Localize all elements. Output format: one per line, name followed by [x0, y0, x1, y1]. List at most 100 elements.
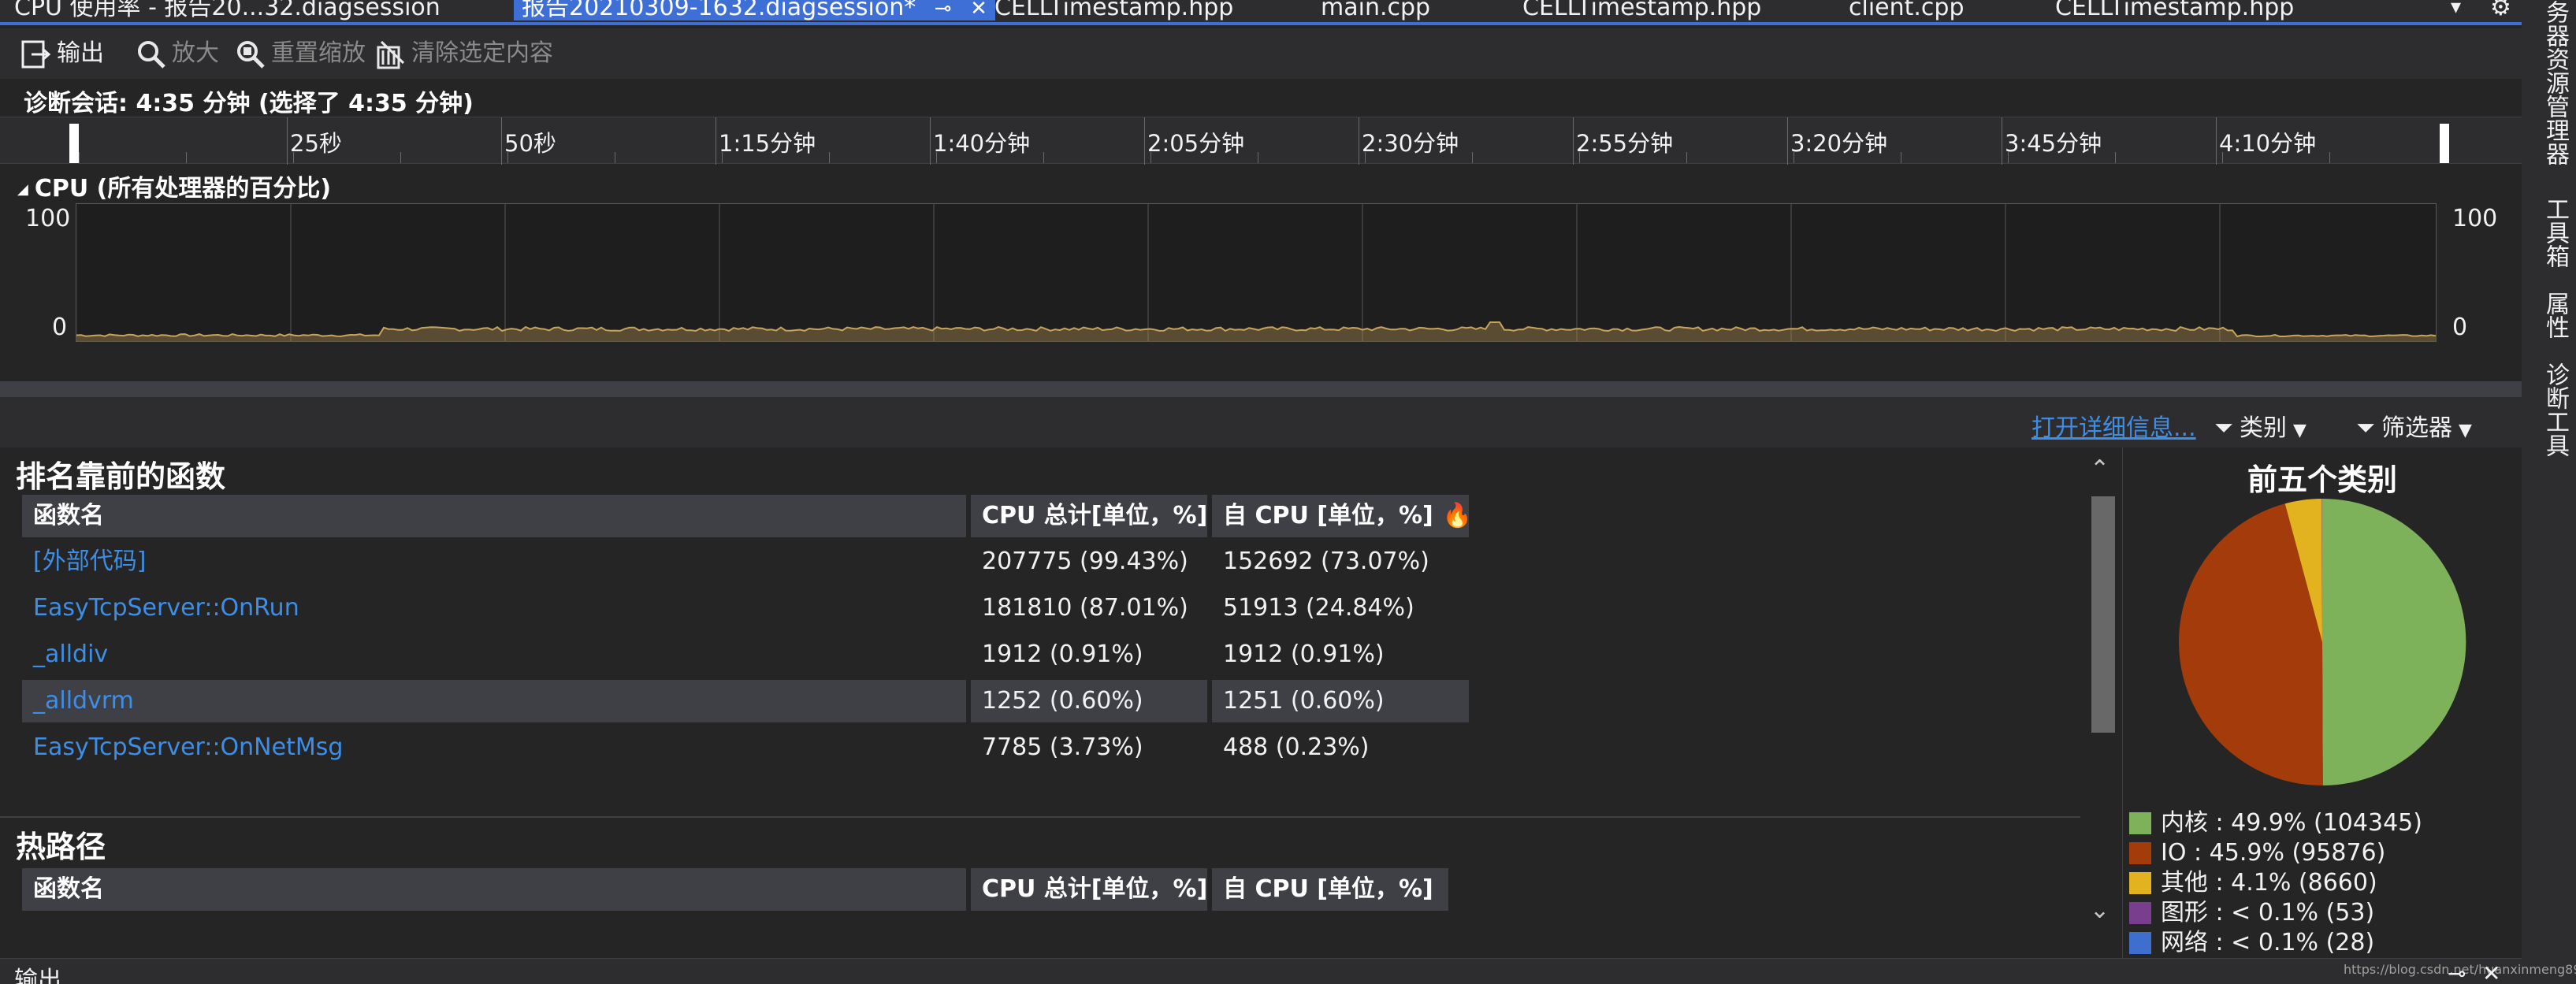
y-axis-max-left: 100 — [25, 205, 71, 232]
cpu-usage-graph[interactable] — [76, 203, 2437, 342]
cpu-graph-title-text: CPU (所有处理器的百分比) — [34, 175, 332, 202]
function-name-link[interactable]: _alldvrm — [22, 680, 966, 722]
scroll-thumb[interactable] — [2091, 496, 2115, 733]
side-tab-toolbox[interactable]: 工具箱 — [2528, 197, 2572, 268]
clear-selection-label: 清除选定内容 — [411, 39, 553, 67]
session-duration: 诊断会话: 4:35 分钟 (选择了 4:35 分钟) — [24, 90, 474, 117]
functions-pane: 排名靠前的函数 函数名 CPU 总计[单位，%] 自 CPU [单位，%] 🔥 [… — [0, 447, 2123, 958]
document-tab-strip: CPU 使用率 - 报告20...32.diagsession 报告202103… — [0, 0, 2522, 25]
legend-label: 网络 : < 0.1% (28) — [2161, 929, 2375, 956]
cpu-graph-title[interactable]: ◢ CPU (所有处理器的百分比) — [17, 169, 331, 203]
filter-label: 筛选器 — [2381, 414, 2452, 442]
function-name-link[interactable]: _alldiv — [22, 633, 966, 676]
tab-label: main.cpp — [1321, 0, 1431, 21]
column-cpu-total[interactable]: CPU 总计[单位，%] — [971, 868, 1207, 911]
output-window-title[interactable]: 输出 — [14, 960, 61, 984]
ruler-tick — [501, 117, 502, 165]
zoom-in-button[interactable]: 放大 — [136, 38, 219, 69]
legend-swatch — [2129, 842, 2151, 864]
pin-icon[interactable]: ⊸ — [935, 0, 952, 21]
tab-celltimestamp-hpp-3[interactable]: CELLTimestamp.hpp — [2055, 0, 2294, 20]
scroll-down-icon[interactable]: ⌄ — [2090, 897, 2109, 924]
y-axis-min-right: 0 — [2452, 314, 2468, 341]
tab-label: CELLTimestamp.hpp — [1522, 0, 1762, 21]
legend-swatch — [2129, 902, 2151, 924]
chevron-down-icon[interactable]: ▾ — [2451, 0, 2461, 19]
legend-swatch — [2129, 872, 2151, 894]
category-dropdown[interactable]: ⏷ 类别 ▼ — [2214, 408, 2307, 443]
column-self-cpu[interactable]: 自 CPU [单位，%] — [1212, 868, 1448, 911]
gear-icon[interactable]: ⚙ — [2490, 0, 2511, 21]
close-icon[interactable]: ✕ — [2482, 960, 2500, 984]
tab-celltimestamp-hpp-2[interactable]: CELLTimestamp.hpp — [1522, 0, 1761, 20]
self-cpu-cell: 488 (0.23%) — [1223, 733, 1370, 761]
tab-cpu-usage-report[interactable]: CPU 使用率 - 报告20...32.diagsession — [14, 0, 440, 20]
ruler-tick-label: 2:05分钟 — [1147, 130, 1245, 157]
top-functions-title: 排名靠前的函数 — [16, 459, 226, 494]
cpu-usage-plot — [76, 204, 2436, 341]
timeline-ruler[interactable]: 25秒 50秒 1:15分钟 1:40分钟 2:05分钟 2:30分钟 2:55分钟 3:20… — [0, 117, 2522, 165]
legend-label: IO : 45.9% (95876) — [2161, 839, 2386, 867]
function-name-link[interactable]: [外部代码] — [22, 540, 966, 583]
column-cpu-total[interactable]: CPU 总计[单位，%] — [971, 495, 1207, 537]
reset-zoom-button[interactable]: 重置缩放 — [235, 38, 366, 69]
details-toolbar: 打开详细信息... ⏷ 类别 ▼ ⏷ 筛选器 ▼ — [0, 397, 2522, 447]
ruler-minor-tick — [2329, 152, 2330, 163]
ruler-minor-tick — [79, 152, 80, 163]
tab-celltimestamp-hpp[interactable]: CELLTimestamp.hpp — [994, 0, 1233, 20]
tab-diagsession-report[interactable]: 报告20210309-1632.diagsession* ⊸ ✕ — [514, 0, 995, 20]
clear-selection-button[interactable]: 清除选定内容 — [375, 38, 553, 69]
collapse-triangle-icon[interactable]: ◢ — [17, 181, 28, 198]
self-cpu-cell: 51913 (24.84%) — [1223, 594, 1414, 622]
ruler-tick-label: 1:40分钟 — [933, 130, 1031, 157]
pie-slice-内核 — [2322, 498, 2466, 785]
output-button[interactable]: 输出 — [20, 38, 104, 69]
close-icon[interactable]: ✕ — [970, 0, 987, 21]
cpu-usage-section: ◢ CPU (所有处理器的百分比) 100 0 100 0 — [0, 165, 2522, 381]
output-window-bar: 输出 https://blog.csdn.net/huanxinmeng8928… — [0, 958, 2576, 984]
function-name-link[interactable]: EasyTcpServer::OnNetMsg — [22, 726, 966, 769]
y-axis-min-left: 0 — [52, 314, 68, 341]
side-tab-diagnostic-tools[interactable]: 诊断工具 — [2528, 362, 2572, 457]
side-tab-server-explorer[interactable]: 服务器资源管理器 — [2528, 0, 2572, 165]
column-self-cpu[interactable]: 自 CPU [单位，%] 🔥 — [1212, 495, 1472, 537]
splitter[interactable] — [0, 381, 2522, 397]
function-name-link[interactable]: EasyTcpServer::OnRun — [22, 587, 966, 629]
legend-label: 其他 : 4.1% (8660) — [2161, 869, 2377, 897]
pin-icon[interactable]: ⊸ — [2448, 960, 2466, 984]
zoom-in-label: 放大 — [172, 39, 219, 67]
selection-start-handle[interactable] — [69, 124, 79, 163]
open-details-link[interactable]: 打开详细信息... — [2031, 408, 2196, 443]
tab-label: CPU 使用率 - 报告20...32.diagsession — [14, 0, 440, 21]
self-cpu-cell: 152692 (73.07%) — [1223, 548, 1429, 575]
tab-main-cpp[interactable]: main.cpp — [1321, 0, 1430, 20]
ruler-tick — [930, 117, 931, 165]
legend-label: 内核 : 49.9% (104345) — [2161, 809, 2422, 837]
tab-label: CELLTimestamp.hpp — [2055, 0, 2295, 21]
ruler-tick-label: 25秒 — [290, 130, 342, 157]
column-function-name[interactable]: 函数名 — [22, 495, 966, 537]
vertical-scrollbar[interactable]: ⌃ ⌄ — [2083, 455, 2121, 936]
column-function-name[interactable]: 函数名 — [22, 868, 966, 911]
cpu-total-cell: 1252 (0.60%) — [971, 680, 1207, 722]
filter-dropdown[interactable]: ⏷ 筛选器 ▼ — [2356, 408, 2472, 443]
cpu-total-cell: 181810 (87.01%) — [982, 594, 1188, 622]
legend-swatch — [2129, 932, 2151, 954]
ruler-tick-label: 2:55分钟 — [1576, 130, 1674, 157]
ruler-tick — [287, 117, 288, 165]
funnel-icon: ⏷ — [2356, 414, 2375, 442]
side-tab-properties[interactable]: 属性 — [2528, 291, 2572, 339]
scroll-up-icon[interactable]: ⌃ — [2090, 455, 2109, 483]
cpu-total-cell: 7785 (3.73%) — [982, 733, 1143, 761]
cpu-total-cell: 207775 (99.43%) — [982, 548, 1188, 575]
legend-swatch — [2129, 812, 2151, 834]
divider — [0, 816, 2080, 818]
details-region: 打开详细信息... ⏷ 类别 ▼ ⏷ 筛选器 ▼ 排名靠前的函数 函数名 CPU 总计[… — [0, 397, 2522, 958]
ruler-minor-tick — [400, 152, 401, 163]
selection-end-handle[interactable] — [2440, 124, 2449, 163]
chevron-down-icon: ▼ — [2459, 421, 2472, 440]
tab-label: client.cpp — [1849, 0, 1965, 21]
tab-client-cpp[interactable]: client.cpp — [1849, 0, 1965, 20]
top-categories-pane: 前五个类别 内核 : 49.9% (104345) IO : 45.9% (958… — [2123, 447, 2522, 958]
ruler-minor-tick — [1043, 152, 1044, 163]
